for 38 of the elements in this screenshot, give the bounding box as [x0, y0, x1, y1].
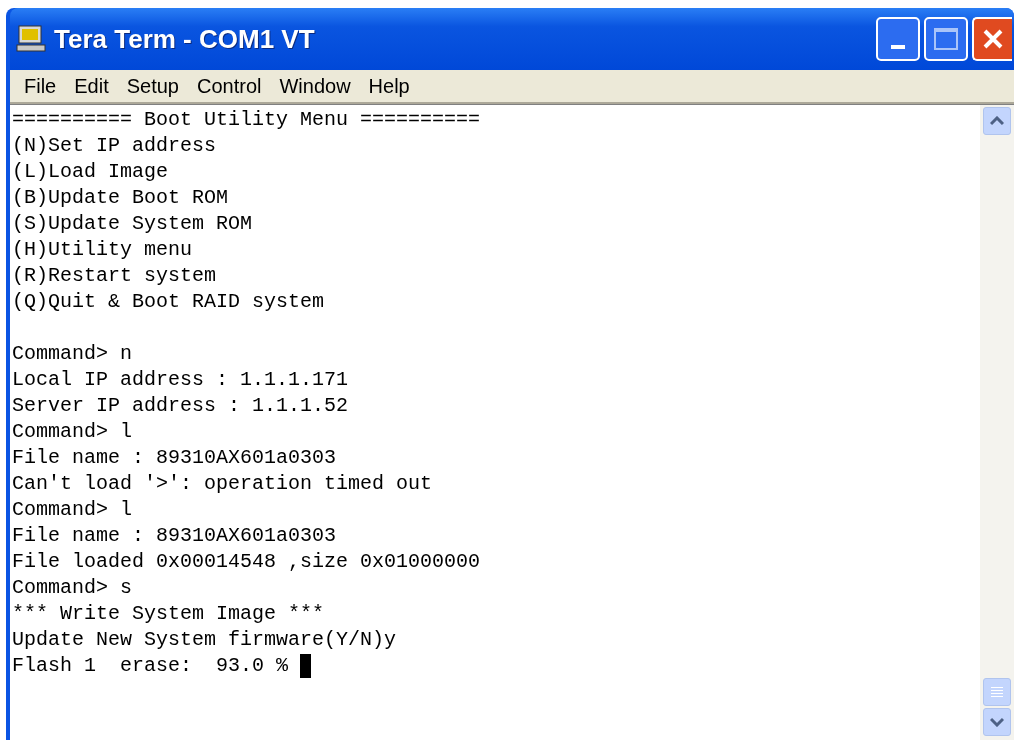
terminal-line: ========== Boot Utility Menu ========== [12, 107, 481, 133]
terminal-line: File name : 89310AX601a0303 [12, 445, 337, 471]
chevron-up-icon [990, 116, 1004, 126]
terminal-line: (B)Update Boot ROM [12, 185, 229, 211]
terminal-line: (R)Restart system [12, 263, 217, 289]
menu-item[interactable]: File [18, 71, 63, 101]
terminal-line: Command> l [12, 419, 133, 445]
terminal-line: Command> n [12, 341, 133, 367]
terminal-line: Update New System firmware(Y/N)y [12, 627, 397, 653]
menu-item[interactable]: Setup [120, 71, 185, 101]
terminal-line: (L)Load Image [12, 159, 169, 185]
scroll-down-button[interactable] [983, 708, 1011, 736]
close-button[interactable] [972, 17, 1012, 61]
menu-item[interactable]: Edit [68, 71, 115, 101]
terminal-line: Server IP address : 1.1.1.52 [12, 393, 349, 419]
scroll-thumb[interactable] [983, 678, 1011, 706]
terminal-line: (H)Utility menu [12, 237, 193, 263]
terminal-line: (S)Update System ROM [12, 211, 253, 237]
terminal-line: Command> s [12, 575, 133, 601]
terminal-line: Command> l [12, 497, 133, 523]
terminal-line: Can't load '>': operation timed out [12, 471, 433, 497]
menu-item[interactable]: Help [362, 71, 416, 101]
maximize-button[interactable] [924, 17, 968, 61]
terminal-line: (Q)Quit & Boot RAID system [12, 289, 325, 315]
window-title: Tera Term - COM1 VT [54, 22, 315, 56]
terminal-line: *** Write System Image *** [12, 601, 325, 627]
terminal-line: Local IP address : 1.1.1.171 [12, 367, 349, 393]
terminal-icon [16, 25, 46, 53]
menu-item[interactable]: Window [273, 71, 357, 101]
menu-item[interactable]: Control [190, 71, 268, 101]
chevron-down-icon [990, 717, 1004, 727]
scroll-up-button[interactable] [983, 107, 1011, 135]
minimize-button[interactable] [876, 17, 920, 61]
terminal-line: Flash 1 erase: 93.0 % [12, 653, 289, 679]
terminal-line: File loaded 0x00014548 ,size 0x01000000 [12, 549, 481, 575]
terminal-line: File name : 89310AX601a0303 [12, 523, 337, 549]
terminal-line: (N)Set IP address [12, 133, 217, 159]
close-icon [982, 28, 1004, 50]
